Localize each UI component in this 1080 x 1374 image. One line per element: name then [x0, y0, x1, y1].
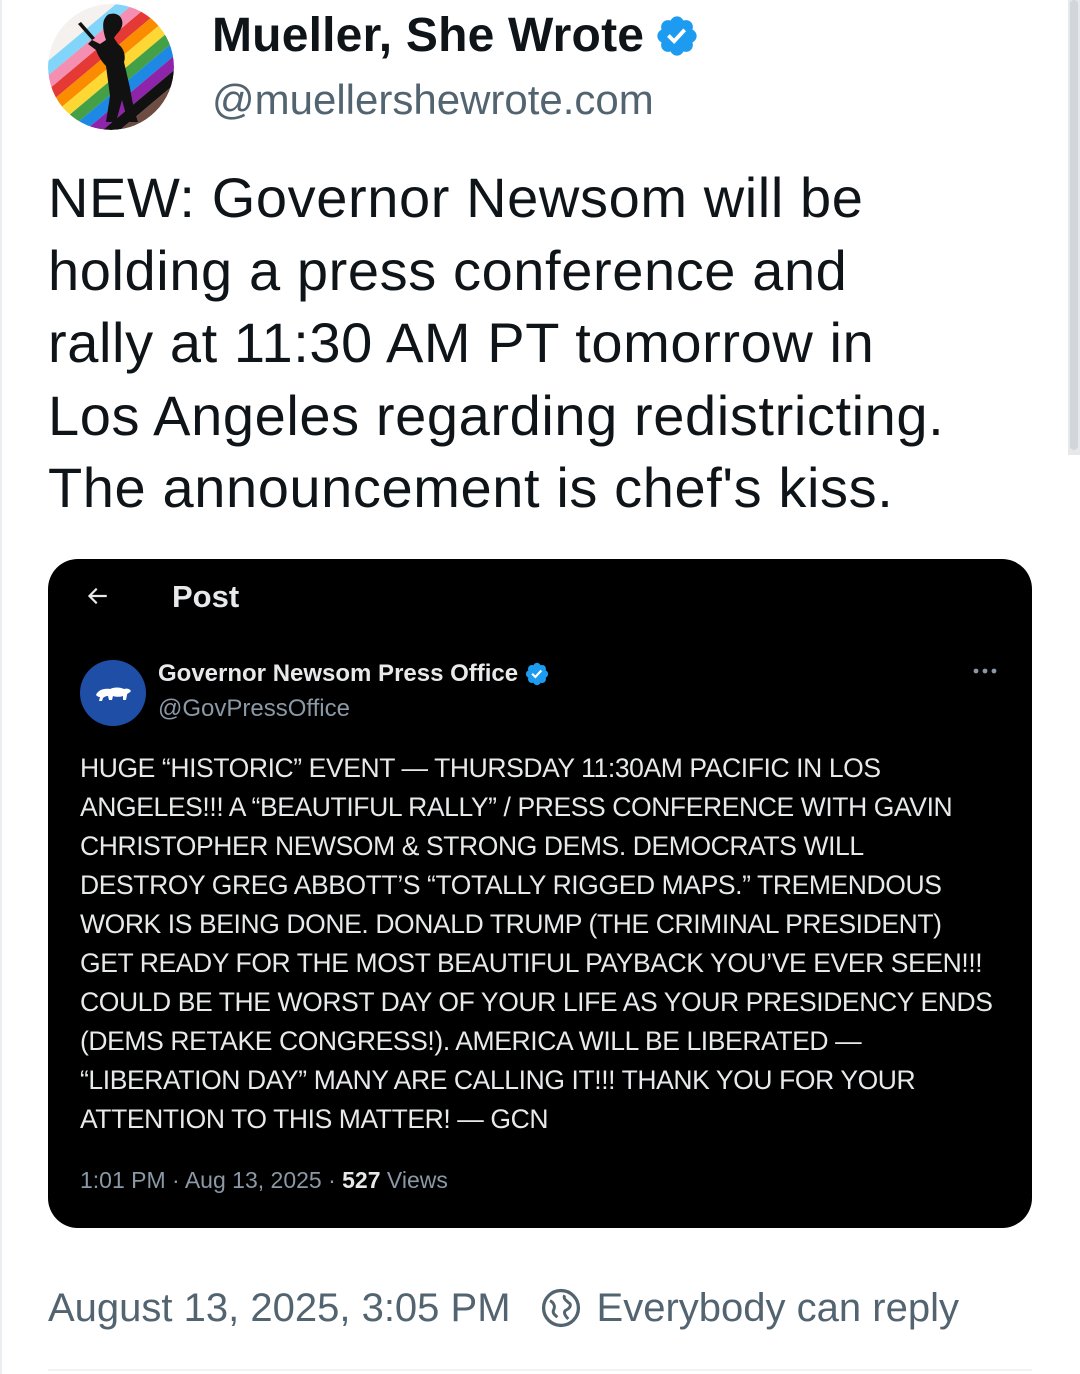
meta-separator: · — [172, 1167, 180, 1193]
author-info: Mueller, She Wrote @muellershewrote.com — [212, 6, 700, 130]
display-name-row: Mueller, She Wrote — [212, 6, 700, 66]
embed-time: 1:01 PM — [80, 1167, 166, 1193]
embedded-post-line: DESTROY GREG ABBOTT’S “TOTALLY RIGGED MA… — [80, 870, 942, 900]
post-timestamp[interactable]: August 13, 2025, 3:05 PM — [48, 1283, 511, 1333]
gov-handle: @GovPressOffice — [158, 695, 350, 722]
author-avatar[interactable] — [48, 4, 174, 130]
post-text-line: holding a press conference and — [48, 238, 848, 302]
embedded-post-line: (DEMS RETAKE CONGRESS!). AMERICA WILL BE… — [80, 1026, 862, 1056]
embedded-post-meta: 1:01 PM · Aug 13, 2025 · 527 Views — [80, 1167, 448, 1194]
reply-setting-text[interactable]: Everybody can reply — [597, 1283, 959, 1333]
meta-separator: · — [328, 1167, 336, 1193]
post-text-line: NEW: Governor Newsom will be — [48, 166, 864, 229]
left-edge-divider — [0, 0, 2, 1374]
embedded-post-line: HUGE “HISTORIC” EVENT — THURSDAY 11:30AM… — [80, 753, 881, 783]
gov-name-row: Governor Newsom Press Office — [158, 660, 550, 688]
scrollbar-thumb[interactable] — [1070, 0, 1078, 450]
scrollbar-track[interactable] — [1068, 0, 1080, 455]
rainbow-silhouette-avatar-icon — [48, 4, 174, 130]
verified-badge-icon — [657, 16, 697, 56]
views-label: Views — [386, 1167, 448, 1193]
more-options-icon — [973, 668, 997, 674]
post-text-line: Los Angeles regarding redistricting. — [48, 383, 945, 447]
embedded-post-line: ATTENTION TO THIS MATTER! — GCN — [80, 1104, 549, 1134]
back-arrow-icon — [87, 587, 107, 605]
post-text: NEW: Governor Newsom will be holding a p… — [48, 162, 1048, 525]
california-bear-icon — [96, 687, 131, 701]
embedded-screenshot-card[interactable]: Post Governor Newsom Press Office @GovPr… — [48, 559, 1032, 1228]
embedded-post-text: HUGE “HISTORIC” EVENT — THURSDAY 11:30AM… — [80, 749, 1020, 1139]
embedded-post-line: “LIBERATION DAY” MANY ARE CALLING IT!!! … — [80, 1065, 916, 1095]
post-text-line: The announcement is chef's kiss. — [48, 456, 894, 519]
embedded-post-line: GET READY FOR THE MOST BEAUTIFUL PAYBACK… — [80, 948, 983, 978]
embed-page-title: Post — [172, 579, 240, 614]
gov-avatar — [80, 660, 146, 726]
reply-restriction-globe-icon — [541, 1288, 580, 1328]
author-handle[interactable]: @muellershewrote.com — [212, 70, 700, 130]
embedded-post-line: ANGELES!!! A “BEAUTIFUL RALLY” / PRESS C… — [80, 792, 953, 822]
embedded-post-line: CHRISTOPHER NEWSOM & STRONG DEMS. DEMOCR… — [80, 831, 864, 861]
views-count: 527 — [342, 1167, 381, 1193]
author-display-name[interactable]: Mueller, She Wrote — [212, 6, 644, 66]
gov-display-name: Governor Newsom Press Office — [158, 660, 519, 687]
embedded-post-line: WORK IS BEING DONE. DONALD TRUMP (THE CR… — [80, 909, 942, 939]
embed-topbar: Post — [48, 559, 1032, 639]
embedded-post-line: COULD BE THE WORST DAY OF YOUR LIFE AS Y… — [80, 987, 993, 1017]
bottom-divider — [48, 1369, 1032, 1371]
embed-date: Aug 13, 2025 — [184, 1167, 322, 1193]
post-text-line: rally at 11:30 AM PT tomorrow in — [48, 311, 875, 374]
post-header: Mueller, She Wrote @muellershewrote.com — [48, 4, 700, 130]
post-footer: August 13, 2025, 3:05 PM Everybody can r… — [48, 1283, 959, 1333]
verified-badge-icon — [526, 662, 549, 686]
